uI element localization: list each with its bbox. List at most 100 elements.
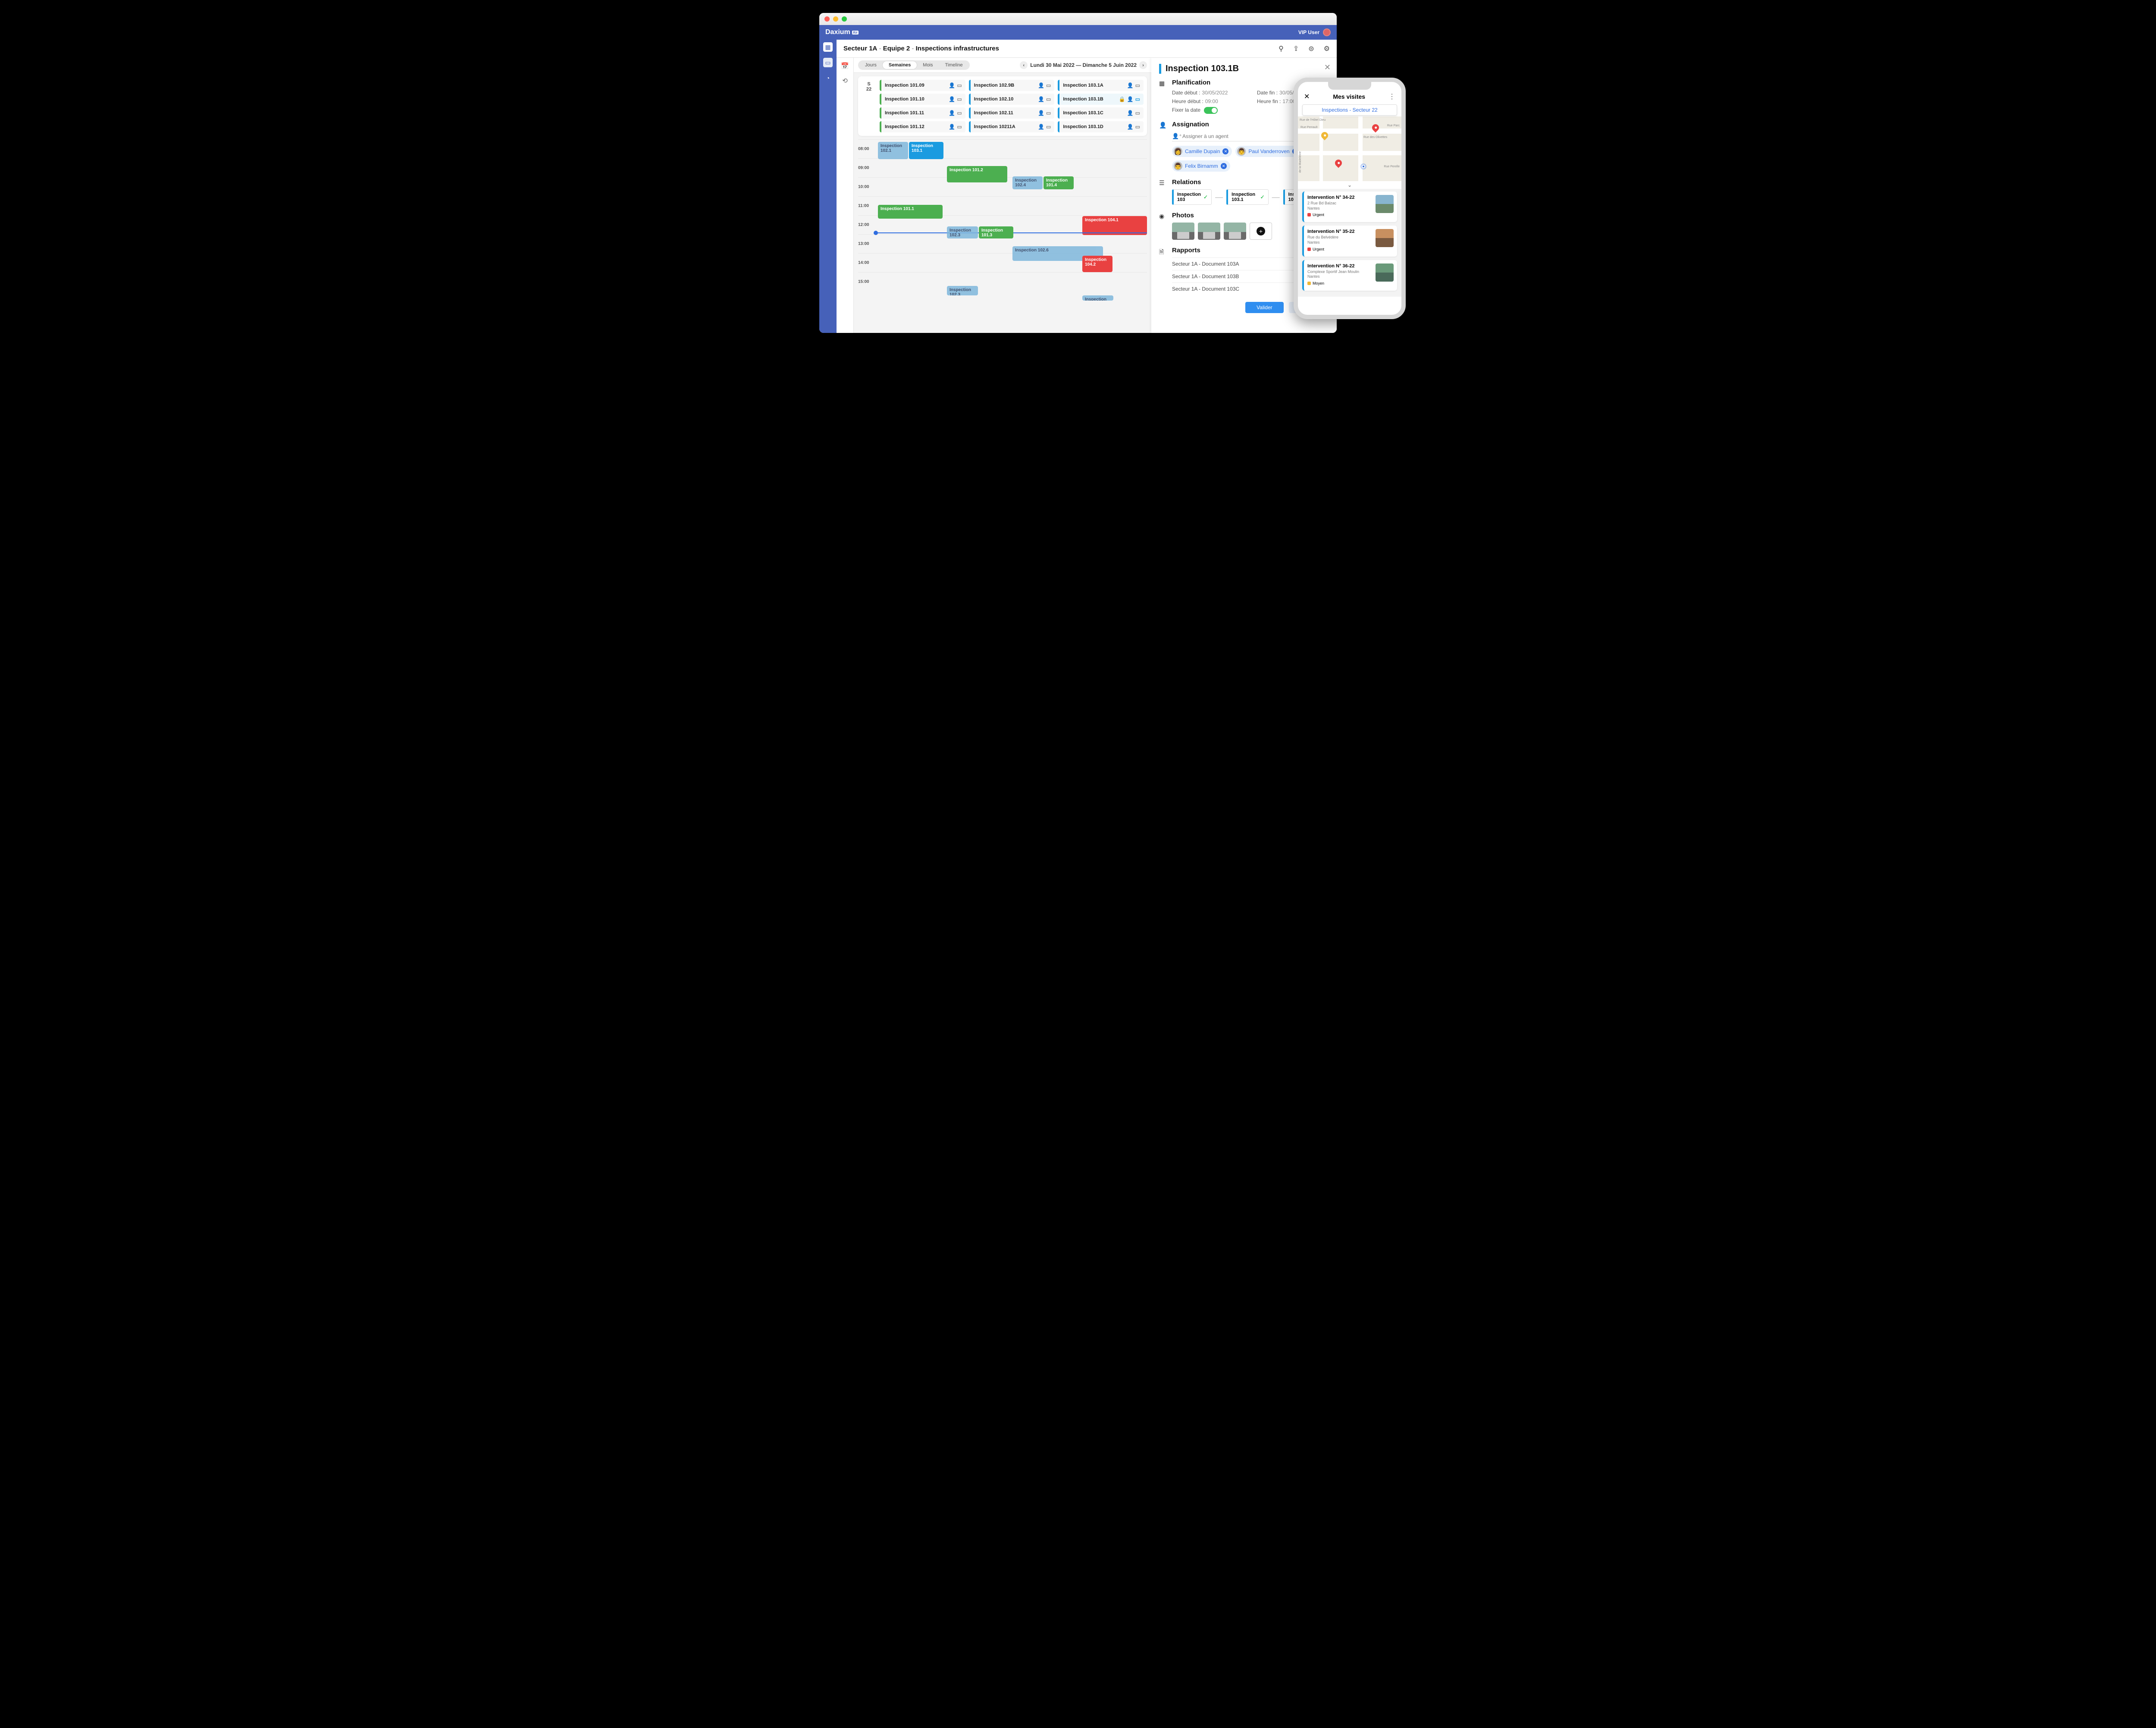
rail-calendar-icon[interactable]: ▭ xyxy=(823,58,833,67)
location-icon[interactable]: ⚲ xyxy=(1279,44,1284,53)
inspection-card[interactable]: Inspection 101.11👤▭ xyxy=(880,107,965,119)
timeline-event[interactable]: Inspection 102.1 xyxy=(878,142,908,159)
side-rail: ▦ ▭ ◔ xyxy=(819,40,837,333)
date-start-value[interactable]: 30/05/2022 xyxy=(1202,90,1228,96)
next-week-button[interactable]: › xyxy=(1139,61,1147,69)
window-titlebar xyxy=(819,13,1337,25)
phone-notch xyxy=(1328,82,1371,90)
segment-months[interactable]: Mois xyxy=(917,61,939,69)
date-icon: ▭ xyxy=(1135,96,1140,102)
user-avatar-icon xyxy=(1323,28,1331,36)
date-icon: ▭ xyxy=(1046,124,1051,130)
remove-chip-button[interactable]: ✕ xyxy=(1221,163,1227,169)
plus-icon: + xyxy=(1257,227,1265,235)
window-close-button[interactable] xyxy=(824,16,830,22)
segment-weeks[interactable]: Semaines xyxy=(883,61,917,69)
timeline-event[interactable]: Inspection 104.2 xyxy=(1082,256,1112,272)
day-letter: S xyxy=(862,82,876,87)
page-header: Secteur 1A - Equipe 2 - Inspections infr… xyxy=(837,40,1337,58)
inspection-card[interactable]: Inspection 103.1D👤▭ xyxy=(1058,121,1144,132)
timeline-event[interactable]: Inspection 102.4 xyxy=(1012,176,1043,189)
timeline-event[interactable]: Inspection 102.7 xyxy=(1082,295,1113,301)
time-start-value[interactable]: 09:00 xyxy=(1205,98,1218,104)
assignee-chip: 👨Paul Vanderroven✕ xyxy=(1235,146,1301,157)
filter-icon[interactable]: ⊜ xyxy=(1308,44,1314,53)
export-icon[interactable]: ⇪ xyxy=(1293,44,1299,53)
hour-label: 15:00 xyxy=(858,279,877,284)
photo-thumbnail[interactable] xyxy=(1224,223,1246,240)
inspection-card[interactable]: Inspection 102.10👤▭ xyxy=(969,94,1055,105)
visit-card[interactable]: Intervention N° 34-22 2 Rue Bd Balzac Na… xyxy=(1302,191,1397,222)
timeline-event[interactable]: Inspection 103.1 xyxy=(909,142,943,159)
document-icon: 🗎 xyxy=(1159,248,1167,258)
road-label: Rue Parc xyxy=(1387,124,1400,127)
inspection-card[interactable]: Inspection 103.1A👤▭ xyxy=(1058,80,1144,91)
timeline-event[interactable]: Inspection 101.3 xyxy=(979,226,1013,238)
road-label: Rue des Olivettes xyxy=(1363,136,1387,139)
mobile-close-button[interactable]: ✕ xyxy=(1304,92,1310,101)
sync-icon[interactable]: ⟲ xyxy=(842,77,848,85)
user-area[interactable]: VIP User xyxy=(1298,28,1331,36)
assign-icon: 👤⁺ xyxy=(1172,133,1182,140)
check-icon: ✓ xyxy=(1203,194,1208,200)
relation-node[interactable]: Inspection 103✓ xyxy=(1172,189,1212,205)
timeline-event[interactable]: Inspection 101.4 xyxy=(1044,176,1074,189)
timeline-event[interactable]: Inspection 101.2 xyxy=(947,166,1007,182)
timeline-event[interactable]: Inspection 102.3 xyxy=(947,286,978,295)
rail-stats-icon[interactable]: ◔ xyxy=(823,73,833,83)
visit-city: Nantes xyxy=(1307,206,1372,211)
visit-card[interactable]: Intervention N° 36-22 Complexe Sportif J… xyxy=(1302,260,1397,291)
settings-icon[interactable]: ⚙ xyxy=(1324,44,1330,53)
breadcrumb: Secteur 1A - Equipe 2 - Inspections infr… xyxy=(843,45,999,52)
relation-node[interactable]: Inspection 103.1✓ xyxy=(1226,189,1269,205)
segment-days[interactable]: Jours xyxy=(859,61,883,69)
remove-chip-button[interactable]: ✕ xyxy=(1222,148,1228,154)
date-icon: ▭ xyxy=(1046,110,1051,116)
visit-title: Intervention N° 34-22 xyxy=(1307,195,1372,200)
avatar-icon: 👨 xyxy=(1174,162,1182,170)
photo-thumbnail[interactable] xyxy=(1198,223,1220,240)
day-number: 22 xyxy=(862,87,876,92)
inspection-card[interactable]: Inspection 102.11👤▭ xyxy=(969,107,1055,119)
timeline-event[interactable]: Inspection 101.1 xyxy=(878,205,943,219)
header-actions: ⚲ ⇪ ⊜ ⚙ xyxy=(1279,44,1330,53)
window-zoom-button[interactable] xyxy=(842,16,847,22)
mobile-filter-tag[interactable]: Inspections - Secteur 22 xyxy=(1302,104,1397,116)
inspection-card[interactable]: Inspection 101.12👤▭ xyxy=(880,121,965,132)
prev-week-button[interactable]: ‹ xyxy=(1020,61,1028,69)
validate-button[interactable]: Valider xyxy=(1245,302,1283,313)
fix-date-toggle[interactable] xyxy=(1204,107,1218,114)
inspection-card[interactable]: Inspection 101.09👤▭ xyxy=(880,80,965,91)
inspection-card[interactable]: Inspection 103.1C👤▭ xyxy=(1058,107,1144,119)
timeline-event[interactable]: Inspection 102.3 xyxy=(947,226,978,238)
map-collapse-handle[interactable]: ⌄ xyxy=(1298,181,1401,189)
window-minimize-button[interactable] xyxy=(833,16,838,22)
add-photo-button[interactable]: + xyxy=(1250,223,1272,240)
time-end-label: Heure fin : xyxy=(1257,98,1281,104)
visit-card[interactable]: Intervention N° 35-22 Rue du Belvédère N… xyxy=(1302,226,1397,256)
visit-title: Intervention N° 35-22 xyxy=(1307,229,1372,234)
mobile-menu-button[interactable]: ⋮ xyxy=(1388,92,1395,101)
inspection-card[interactable]: Inspection 102.9B👤▭ xyxy=(969,80,1055,91)
hour-label: 14:00 xyxy=(858,260,877,265)
segment-timeline[interactable]: Timeline xyxy=(939,61,969,69)
calendar-icon: ▦ xyxy=(1159,80,1167,87)
date-end-label: Date fin : xyxy=(1257,90,1278,96)
date-icon: ▭ xyxy=(1135,110,1140,116)
mobile-map[interactable]: Rue de l'Hôtel Dieu Rue Perrault Rue des… xyxy=(1298,116,1401,181)
app-topbar: DaxiumAir VIP User xyxy=(819,25,1337,40)
user-icon: 👤 xyxy=(1127,96,1134,102)
view-segment: Jours Semaines Mois Timeline xyxy=(858,60,970,70)
photo-thumbnail[interactable] xyxy=(1172,223,1194,240)
inspection-card[interactable]: Inspection 10211A👤▭ xyxy=(969,121,1055,132)
close-panel-button[interactable]: ✕ xyxy=(1324,63,1331,72)
add-date-icon[interactable]: 📅 xyxy=(841,62,849,70)
visit-thumbnail xyxy=(1376,195,1394,213)
road-label: Rue de l'Hôtel Dieu xyxy=(1300,119,1326,122)
user-icon: 👤 xyxy=(949,82,955,88)
inspection-card-selected[interactable]: Inspection 103.1B🔒👤▭ xyxy=(1058,94,1144,105)
date-icon: ▭ xyxy=(1135,82,1140,88)
rail-apps-icon[interactable]: ▦ xyxy=(823,42,833,52)
map-pin-red[interactable] xyxy=(1334,158,1344,168)
inspection-card[interactable]: Inspection 101.10👤▭ xyxy=(880,94,965,105)
